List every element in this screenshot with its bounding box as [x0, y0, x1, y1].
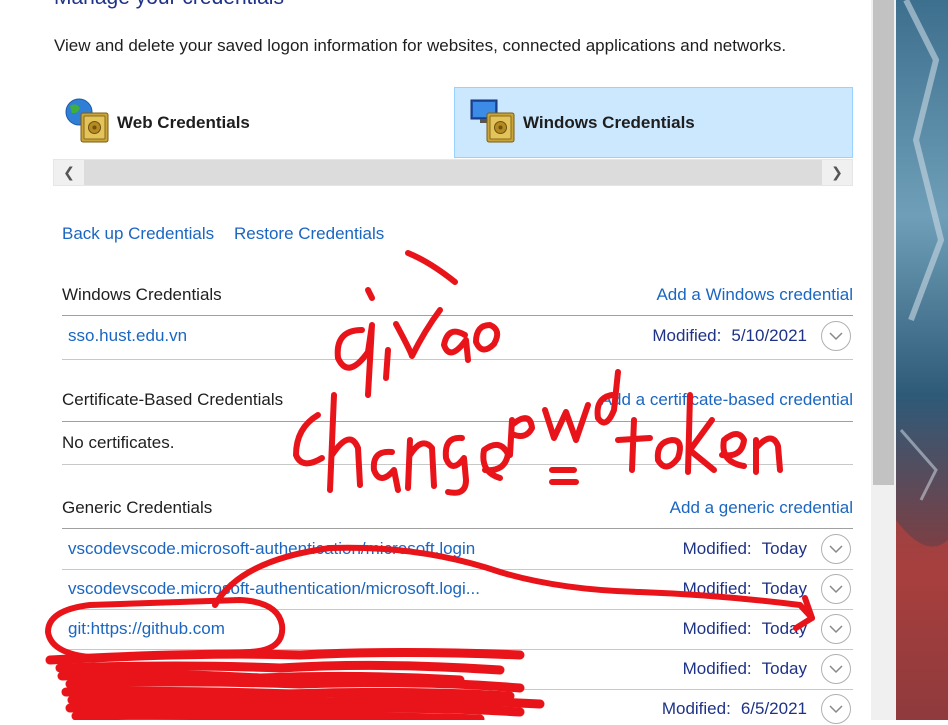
divider [62, 315, 853, 316]
expand-chevron-icon[interactable] [821, 654, 851, 684]
expand-chevron-icon[interactable] [821, 321, 851, 351]
divider [62, 359, 853, 360]
credential-modified: Modified: Today [682, 579, 807, 598]
generic-credentials-heading: Generic Credentials [62, 498, 213, 517]
desktop-wallpaper [896, 0, 948, 720]
expand-chevron-icon[interactable] [821, 614, 851, 644]
divider [62, 528, 853, 529]
divider [62, 649, 853, 650]
add-windows-credential-link[interactable]: Add a Windows credential [656, 285, 853, 305]
expand-chevron-icon[interactable] [821, 534, 851, 564]
scroll-left-icon[interactable]: ❮ [54, 160, 84, 185]
credential-modified: Modified: Today [682, 659, 807, 678]
divider [62, 464, 853, 465]
page-title: Manage your credentials [54, 0, 284, 10]
tab-web-credentials[interactable]: Web Credentials [53, 87, 453, 158]
credential-modified: Modified: 5/10/2021 [652, 326, 807, 345]
scrollbar-thumb[interactable] [873, 0, 894, 485]
windows-credentials-vault-icon [469, 96, 523, 150]
vertical-scrollbar[interactable] [871, 0, 896, 720]
add-generic-credential-link[interactable]: Add a generic credential [670, 498, 853, 518]
divider [62, 689, 853, 690]
horizontal-scrollbar[interactable]: ❮ ❯ [53, 159, 853, 186]
divider [62, 609, 853, 610]
credential-modified: Modified: Today [682, 539, 807, 558]
web-credentials-vault-icon [63, 96, 117, 150]
add-certificate-credential-link[interactable]: Add a certificate-based credential [601, 390, 853, 410]
windows-credentials-heading: Windows Credentials [62, 285, 222, 304]
tab-windows-credentials-label: Windows Credentials [523, 112, 695, 132]
no-certificates-text: No certificates. [62, 433, 175, 452]
credential-name[interactable]: sso.hust.edu.vn [68, 326, 187, 346]
expand-chevron-icon[interactable] [821, 574, 851, 604]
page-description: View and delete your saved logon informa… [54, 36, 787, 55]
credential-name[interactable]: vscodevscode.microsoft-authentication/mi… [68, 539, 475, 559]
divider [62, 569, 853, 570]
credential-type-tabs: Web Credentials Windows Credentials [53, 87, 853, 158]
credential-name[interactable]: git:https://github.com [68, 619, 225, 639]
scroll-right-icon[interactable]: ❯ [822, 160, 852, 185]
certificate-credentials-heading: Certificate-Based Credentials [62, 390, 284, 409]
credential-modified: Modified: Today [682, 619, 807, 638]
restore-credentials-link[interactable]: Restore Credentials [234, 224, 384, 244]
tab-windows-credentials[interactable]: Windows Credentials [454, 87, 853, 158]
tab-web-credentials-label: Web Credentials [117, 112, 250, 132]
credential-name[interactable]: vscodevscode.microsoft-authentication/mi… [68, 579, 480, 599]
credential-modified: Modified: 6/5/2021 [661, 699, 807, 718]
divider [62, 421, 853, 422]
backup-credentials-link[interactable]: Back up Credentials [62, 224, 214, 244]
